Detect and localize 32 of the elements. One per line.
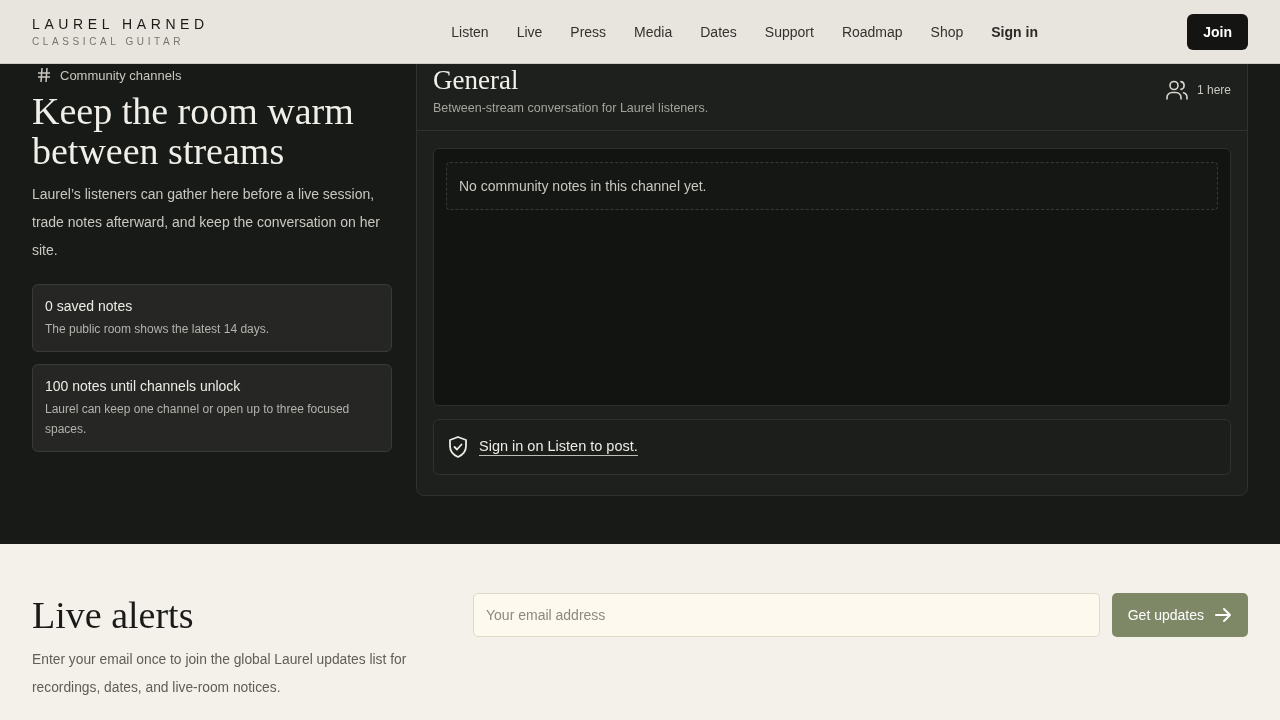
arrow-right-icon — [1214, 606, 1232, 624]
nav-link[interactable]: Shop — [916, 23, 978, 40]
channel-description: Between-stream conversation for Laurel listeners. — [433, 101, 709, 115]
people-icon — [1164, 78, 1189, 102]
alerts-heading: Live alerts — [32, 593, 195, 637]
stat-text: Laurel can keep one channel or open up to three focused spaces. — [45, 401, 351, 438]
stat-title: 100 notes until channels unlock — [45, 378, 242, 394]
nav-link[interactable]: Roadmap — [827, 23, 917, 40]
nav-link[interactable]: Live — [502, 23, 557, 40]
get-updates-button[interactable]: Get updates — [1111, 593, 1248, 637]
sign-in-link[interactable]: Sign in — [977, 23, 1052, 40]
nav-link[interactable]: Support — [750, 23, 828, 40]
nav-link[interactable]: Dates — [686, 23, 751, 40]
stat-text: The public room shows the latest 14 days. — [45, 321, 271, 338]
section-eyebrow: Community channels — [60, 67, 182, 83]
stat-title: 0 saved notes — [45, 298, 134, 314]
sign-in-link[interactable]: Sign in on Listen to post. — [479, 438, 638, 456]
hash-icon — [38, 68, 50, 82]
section-heading: Keep the room warm between streams — [32, 91, 355, 171]
nav-link[interactable]: Press — [556, 23, 621, 40]
nav-link[interactable]: Media — [620, 23, 687, 40]
brand-name[interactable]: LAUREL HARNED — [32, 16, 332, 32]
channel-title: General — [433, 65, 520, 95]
nav-link[interactable]: Listen — [437, 23, 503, 40]
email-field[interactable]: Your email address — [473, 593, 1100, 637]
empty-message: No community notes in this channel yet. — [446, 162, 1218, 210]
brand-tagline: CLASSICAL GUITAR — [32, 36, 186, 47]
shield-check-icon — [447, 435, 469, 459]
join-button[interactable]: Join — [1187, 13, 1248, 50]
presence-count: 1 here — [1196, 83, 1231, 97]
section-description: Laurel’s listeners can gather here before a live session, trade notes afterward, and keep the conversation on her site. — [32, 185, 381, 260]
alerts-description: Enter your email once to join the global Laurel updates list for recordings, dates, and live-room notices. — [32, 651, 408, 697]
